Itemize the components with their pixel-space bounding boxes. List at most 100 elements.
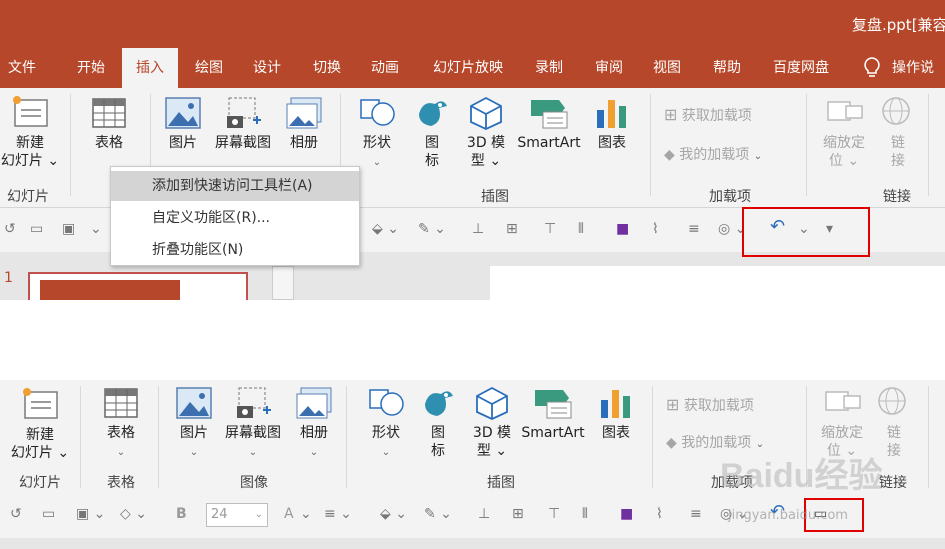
table-label: 表格: [95, 135, 123, 151]
align-middle-icon[interactable]: ⊞: [512, 505, 524, 523]
align-top-icon[interactable]: ⊥: [478, 505, 490, 523]
screenshot-button[interactable]: 屏幕截图 ⌄: [220, 386, 286, 462]
shapes-button[interactable]: 形状 ⌄: [362, 386, 410, 462]
cube-icon: [476, 386, 508, 420]
pen-icon[interactable]: ✎ ⌄: [418, 220, 446, 238]
table-button[interactable]: 表格: [82, 96, 136, 152]
format-painter-icon[interactable]: ⌇: [656, 505, 663, 523]
text-align-icon[interactable]: ≡: [688, 220, 700, 238]
text-align-icon[interactable]: ≡: [690, 505, 702, 523]
lightbulb-icon[interactable]: [858, 48, 886, 88]
align-middle-icon[interactable]: ⊞: [506, 220, 518, 238]
pen-icon[interactable]: ✎ ⌄: [424, 505, 452, 523]
screenshot-button[interactable]: 屏幕截图: [210, 96, 276, 152]
new-slide-button[interactable]: 新建 幻灯片 ⌄: [0, 94, 60, 170]
tab-animations[interactable]: 动画: [360, 48, 410, 88]
screenshot-icon: [227, 97, 261, 128]
font-color-icon[interactable]: A: [284, 505, 294, 523]
tab-view[interactable]: 视图: [642, 48, 692, 88]
line-spacing-icon[interactable]: ≡ ⌄: [324, 505, 352, 523]
album-button[interactable]: 相册: [282, 96, 326, 152]
tab-baidu-netdisk[interactable]: 百度网盘: [762, 48, 840, 88]
menu-item-collapse-ribbon[interactable]: 折叠功能区(N): [111, 235, 359, 265]
redo-icon[interactable]: ↺: [4, 220, 16, 238]
3d-model-label-1: 3D 模: [466, 135, 506, 151]
store-icon: ⊞: [666, 395, 680, 414]
fill-color-icon[interactable]: ⬙ ⌄: [380, 505, 407, 523]
new-slide-label-1: 新建: [26, 427, 54, 443]
smartart-button[interactable]: SmartArt: [518, 386, 588, 442]
chevron-down-icon[interactable]: ⌄: [90, 220, 102, 238]
group-label-illustrations: 插图: [487, 475, 515, 491]
tab-help[interactable]: 帮助: [702, 48, 752, 88]
new-slide-button[interactable]: 新建 幻灯片 ⌄: [10, 386, 70, 462]
picture-label: 图片: [169, 135, 197, 151]
redo-icon[interactable]: ↺: [10, 505, 22, 523]
menu-item-add-to-qat[interactable]: 添加到快速访问工具栏(A): [111, 171, 359, 201]
table-button[interactable]: 表格 ⌄: [96, 386, 146, 462]
shapes-combine-icon[interactable]: ◇ ⌄: [120, 505, 147, 523]
group-label-slides: 幻灯片: [19, 475, 61, 491]
fill-color-icon[interactable]: ⬙ ⌄: [372, 220, 399, 238]
group-label-illustrations: 插图: [481, 189, 509, 205]
smartart-icon: [535, 390, 572, 419]
font-size-box[interactable]: 24 ⌄: [206, 503, 268, 527]
tab-home[interactable]: 开始: [66, 48, 116, 88]
tab-draw[interactable]: 绘图: [184, 48, 234, 88]
save-icon[interactable]: ■: [620, 505, 633, 523]
group-label-links: 链接: [883, 189, 911, 205]
3d-model-button[interactable]: 3D 模 型 ⌄: [468, 386, 516, 460]
align-top-icon[interactable]: ⊥: [472, 220, 484, 238]
present-icon[interactable]: ▭: [30, 220, 43, 238]
icons-button[interactable]: 图 标: [412, 96, 452, 170]
store-icon: ⊞: [664, 105, 678, 124]
table-icon: [104, 388, 138, 418]
globe-link-icon: [878, 387, 906, 415]
save-icon[interactable]: ■: [616, 220, 629, 238]
tab-record[interactable]: 录制: [524, 48, 574, 88]
bold-icon[interactable]: B: [176, 505, 187, 523]
align-bottom-icon[interactable]: ⊤: [544, 220, 556, 238]
menu-item-customize-ribbon[interactable]: 自定义功能区(R)...: [111, 203, 359, 233]
tab-review[interactable]: 审阅: [584, 48, 634, 88]
group-divider: [806, 94, 807, 196]
link-button[interactable]: 链 接: [878, 96, 918, 170]
picture-button[interactable]: 图片 ⌄: [170, 386, 218, 462]
vertical-scrollbar[interactable]: [272, 266, 294, 300]
3d-model-button[interactable]: 3D 模 型 ⌄: [462, 96, 510, 170]
picture-button[interactable]: 图片: [158, 96, 208, 152]
insert-picture-icon[interactable]: ▣ ⌄: [76, 505, 105, 523]
tab-insert[interactable]: 插入: [122, 48, 178, 88]
chevron-down-icon[interactable]: ⌄: [300, 505, 312, 523]
get-addins-button[interactable]: ⊞ 获取加载项: [664, 106, 752, 125]
insert-picture-icon[interactable]: ▣: [62, 220, 75, 238]
align-bottom-icon[interactable]: ⊤: [548, 505, 560, 523]
group-label-addins: 加载项: [709, 189, 751, 205]
tab-tell-me[interactable]: 操作说: [892, 48, 945, 88]
distribute-icon[interactable]: ⫴: [578, 220, 584, 238]
icons-label-2: 标: [425, 153, 439, 169]
chart-button[interactable]: 图表: [590, 96, 634, 152]
zoom-button[interactable]: 缩放定 位 ⌄: [814, 96, 874, 170]
tab-slideshow[interactable]: 幻灯片放映: [422, 48, 514, 88]
format-painter-icon[interactable]: ⌇: [652, 220, 659, 238]
tab-file[interactable]: 文件: [0, 48, 44, 88]
slide-thumbnail[interactable]: [28, 272, 248, 300]
table-chevron: ⌄: [116, 447, 126, 458]
my-addins-button[interactable]: ◆ 我的加载项 ⌄: [664, 146, 762, 166]
tab-transitions[interactable]: 切换: [302, 48, 352, 88]
group-label-slides: 幻灯片: [7, 189, 49, 205]
icons-button[interactable]: 图 标: [418, 386, 458, 460]
slide-canvas[interactable]: [490, 266, 945, 300]
shapes-button[interactable]: 形状 ⌄: [352, 96, 402, 172]
chart-button[interactable]: 图表: [594, 386, 638, 442]
present-icon[interactable]: ▭: [42, 505, 55, 523]
table-icon: [92, 98, 126, 128]
get-addins-button[interactable]: ⊞ 获取加载项: [666, 396, 754, 415]
smartart-button[interactable]: SmartArt: [514, 96, 584, 152]
album-button[interactable]: 相册 ⌄: [292, 386, 336, 462]
photo-album-icon: [286, 97, 322, 129]
tab-design[interactable]: 设计: [242, 48, 292, 88]
distribute-icon[interactable]: ⫴: [582, 505, 588, 523]
group-label-images: 图像: [240, 475, 268, 491]
